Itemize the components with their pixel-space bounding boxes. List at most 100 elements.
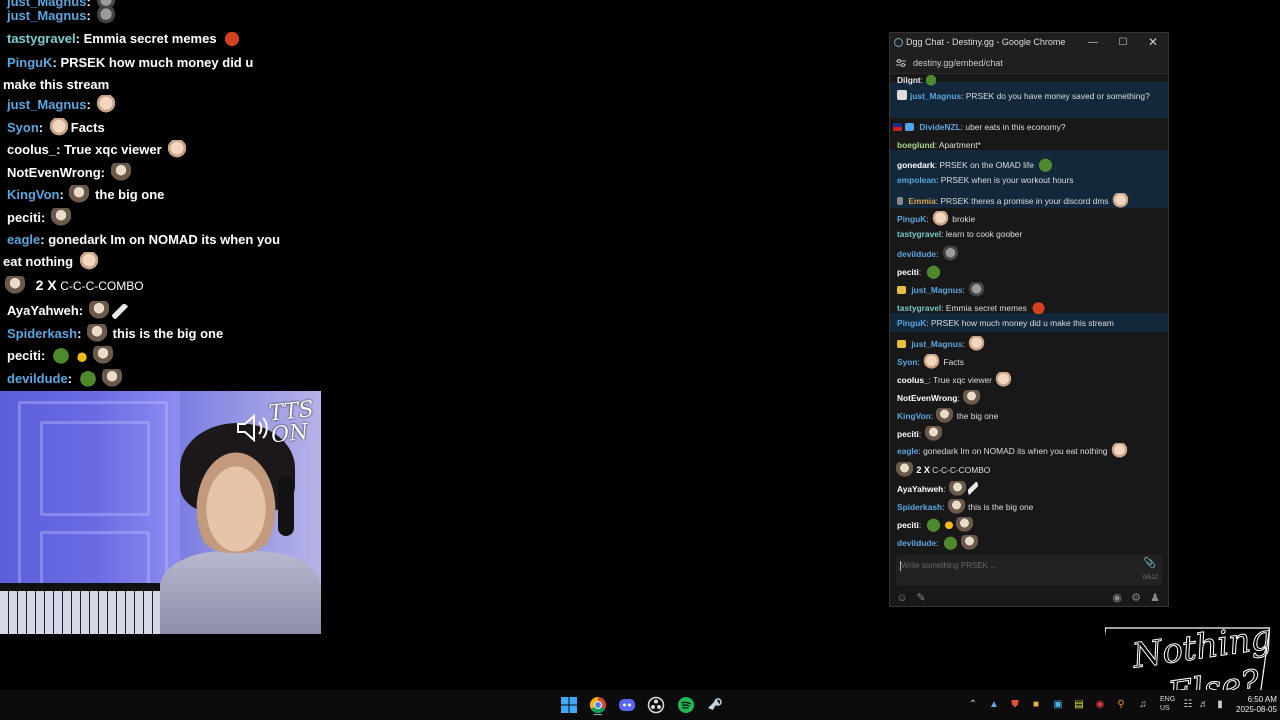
chat-message[interactable]: just_Magnus: bbox=[897, 282, 986, 297]
discord-icon[interactable] bbox=[617, 695, 637, 715]
paperclip-icon[interactable]: 📎 bbox=[1144, 558, 1156, 569]
chat-message-list[interactable]: Dilgnt: just_Magnus: PRSEK do you have m… bbox=[890, 74, 1168, 552]
whispers-icon[interactable]: ✎ bbox=[914, 591, 928, 605]
chat-message[interactable]: tastygravel: Emmia secret memes bbox=[897, 300, 1048, 315]
chat-message[interactable]: eagle: gonedark Im on NOMAD its when you… bbox=[897, 443, 1129, 458]
tray-brave-icon[interactable]: ⛊ bbox=[1009, 699, 1021, 711]
maximize-icon[interactable]: ☐ bbox=[1108, 33, 1138, 52]
eye-icon[interactable]: ◉ bbox=[1110, 591, 1124, 605]
tray-overflow-chevron-icon[interactable]: ⌃ bbox=[967, 699, 979, 711]
chat-username[interactable]: just_Magnus bbox=[911, 285, 962, 295]
chat-username[interactable]: boeglund bbox=[897, 140, 935, 150]
chat-message[interactable]: just_Magnus: bbox=[897, 336, 986, 351]
chat-username[interactable]: Emmia bbox=[908, 196, 935, 206]
chat-message-text: gonedark Im on NOMAD its when you eat no… bbox=[923, 446, 1108, 456]
chat-message[interactable]: just_Magnus: PRSEK do you have money sav… bbox=[897, 90, 1150, 101]
chat-message[interactable]: Spiderkash: this is the big one bbox=[897, 499, 1033, 514]
chat-username[interactable]: NotEvenWrong bbox=[897, 393, 957, 403]
chat-username[interactable]: just_Magnus bbox=[911, 339, 962, 349]
webcam-door-panel bbox=[40, 421, 150, 516]
chat-combo-message[interactable]: 2 X C-C-C-COMBO bbox=[895, 462, 990, 477]
tray-search-icon[interactable]: ⚲ bbox=[1115, 699, 1127, 711]
chat-message[interactable]: KingVon: the big one bbox=[897, 408, 998, 423]
steam-icon[interactable] bbox=[705, 695, 725, 715]
chat-username[interactable]: just_Magnus bbox=[910, 91, 961, 101]
stream-overlay-chat: just_Magnus: just_Magnus: tastygravel: E… bbox=[0, 0, 330, 392]
chat-message[interactable]: PinguK: brokie bbox=[897, 211, 975, 226]
chat-message[interactable]: PinguK: PRSEK how much money did u make … bbox=[897, 318, 1114, 328]
chat-message[interactable]: gonedark: PRSEK on the OMAD life bbox=[897, 157, 1055, 172]
emote-icon bbox=[111, 304, 128, 319]
users-icon[interactable]: ♟ bbox=[1148, 591, 1162, 605]
site-settings-icon[interactable] bbox=[896, 58, 906, 68]
chat-message[interactable]: peciti: bbox=[897, 517, 974, 532]
battery-icon[interactable]: ▮ bbox=[1214, 699, 1226, 711]
chat-message[interactable]: devildude: bbox=[897, 535, 979, 550]
volume-icon[interactable]: ♬ bbox=[1198, 699, 1210, 711]
overlay-chat-line: just_Magnus: bbox=[7, 95, 118, 114]
chat-message[interactable]: coolus_: True xqc viewer bbox=[897, 372, 1013, 387]
overlay-chat-line: eagle: gonedark Im on NOMAD its when you… bbox=[3, 232, 281, 270]
clock-time: 6:50 AM bbox=[1247, 695, 1277, 704]
chat-username[interactable]: Spiderkash bbox=[897, 502, 942, 512]
chat-browser-window[interactable]: Dgg Chat - Destiny.gg - Google Chrome — … bbox=[889, 32, 1169, 607]
chat-message[interactable]: Syon: Facts bbox=[897, 354, 964, 369]
overlay-chat-line: Spiderkash: this is the big one bbox=[7, 324, 224, 342]
spotify-icon[interactable] bbox=[676, 695, 696, 715]
close-icon[interactable]: ✕ bbox=[1138, 33, 1168, 52]
chat-username[interactable]: Dilgnt bbox=[897, 75, 921, 85]
chat-username[interactable]: PinguK bbox=[897, 318, 926, 328]
tray-app-icon[interactable]: ◉ bbox=[1094, 699, 1106, 711]
chat-username[interactable]: DivideNZL bbox=[919, 122, 960, 132]
chat-message[interactable]: NotEvenWrong: bbox=[897, 390, 981, 405]
chat-username[interactable]: PinguK bbox=[897, 214, 926, 224]
tray-app-icon[interactable]: ▣ bbox=[1052, 699, 1064, 711]
chat-message[interactable]: peciti: bbox=[897, 426, 943, 441]
chat-message-text: this is the big one bbox=[968, 502, 1034, 512]
window-titlebar[interactable]: Dgg Chat - Destiny.gg - Google Chrome — … bbox=[890, 33, 1168, 52]
mic-badge-icon bbox=[897, 197, 903, 205]
chat-username[interactable]: empolean bbox=[897, 175, 936, 185]
chat-message[interactable]: tastygravel: learn to cook goober bbox=[897, 229, 1022, 239]
network-icon[interactable]: ☷ bbox=[1182, 699, 1194, 711]
system-clock[interactable]: 6:50 AM 2025-08-05 bbox=[1236, 695, 1277, 715]
windows-start-icon[interactable] bbox=[559, 695, 579, 715]
chat-message[interactable]: AyaYahweh: bbox=[897, 481, 979, 496]
microphone-icon[interactable]: ♫ bbox=[1137, 699, 1149, 711]
chat-username[interactable]: eagle bbox=[897, 446, 918, 456]
chat-message[interactable]: peciti: bbox=[897, 264, 943, 279]
url-text[interactable]: destiny.gg/embed/chat bbox=[913, 52, 1003, 74]
chat-toolbar: ☺ ✎ ◉ ⚙ ♟ bbox=[890, 588, 1168, 606]
tray-app-icon[interactable]: ▤ bbox=[1073, 699, 1085, 711]
chat-message[interactable]: Emmia: PRSEK theres a promise in your di… bbox=[897, 193, 1130, 208]
chat-message[interactable]: DivideNZL: uber eats in this economy? bbox=[893, 122, 1066, 132]
minimize-icon[interactable]: — bbox=[1078, 33, 1108, 52]
chat-username[interactable]: devildude bbox=[897, 249, 936, 259]
address-bar[interactable]: destiny.gg/embed/chat bbox=[890, 52, 1168, 74]
chat-message[interactable]: boeglund: Apartment* bbox=[897, 140, 981, 150]
chat-username[interactable]: peciti bbox=[897, 520, 919, 530]
chat-username[interactable]: Syon bbox=[897, 357, 917, 367]
chat-username[interactable]: tastygravel bbox=[897, 303, 941, 313]
chat-username[interactable]: tastygravel bbox=[897, 229, 941, 239]
emote-picker-icon[interactable]: ☺ bbox=[895, 591, 909, 605]
tray-steam-icon[interactable]: ▲ bbox=[988, 699, 1000, 711]
chat-message[interactable]: Dilgnt: bbox=[897, 74, 937, 87]
obs-icon[interactable] bbox=[646, 695, 666, 715]
tray-app-icon[interactable]: ■ bbox=[1030, 699, 1042, 711]
chat-input-placeholder: Write something PRSEK ... bbox=[901, 561, 997, 570]
language-indicator[interactable]: ENG US bbox=[1160, 695, 1175, 713]
chat-message[interactable]: empolean: PRSEK when is your workout hou… bbox=[897, 175, 1073, 185]
emote-icon bbox=[941, 535, 959, 550]
chat-username[interactable]: coolus_ bbox=[897, 375, 929, 385]
chat-username[interactable]: devildude bbox=[897, 538, 936, 548]
chat-username[interactable]: peciti bbox=[897, 429, 919, 439]
chrome-icon[interactable] bbox=[588, 695, 608, 715]
settings-gear-icon[interactable]: ⚙ bbox=[1129, 591, 1143, 605]
chat-username[interactable]: AyaYahweh bbox=[897, 484, 943, 494]
chat-username[interactable]: gonedark bbox=[897, 160, 935, 170]
chat-message[interactable]: devildude: bbox=[897, 246, 960, 261]
chat-username[interactable]: KingVon bbox=[897, 411, 931, 421]
chat-input[interactable]: Write something PRSEK ... 📎 0/512 bbox=[896, 555, 1162, 585]
chat-username[interactable]: peciti bbox=[897, 267, 919, 277]
